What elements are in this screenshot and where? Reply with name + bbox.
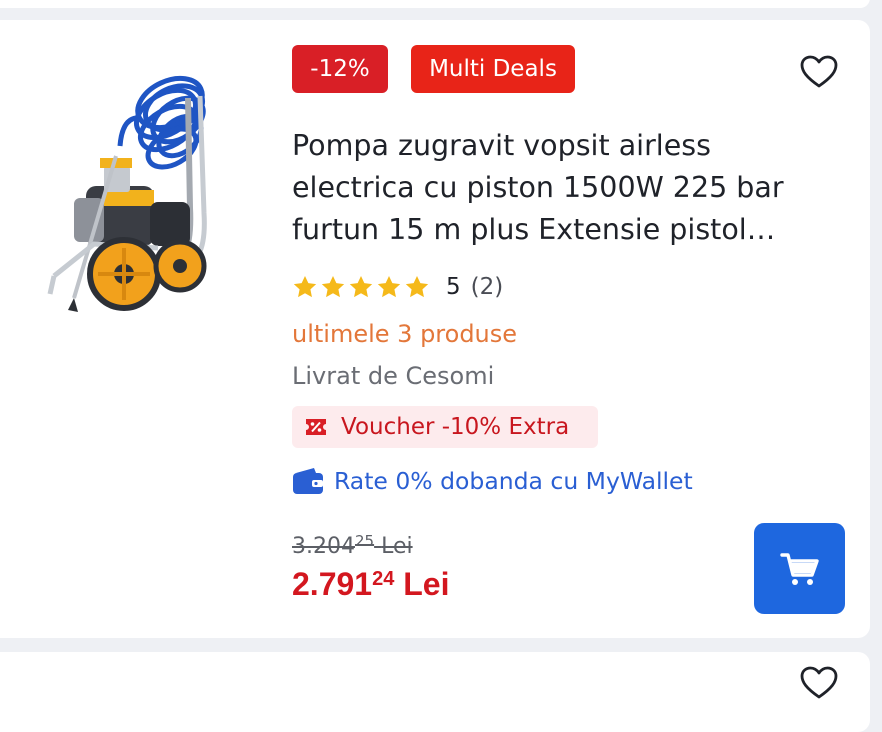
product-image[interactable]	[40, 48, 240, 318]
product-title[interactable]: Pompa zugravit vopsit airless electrica …	[292, 125, 832, 251]
next-product-card[interactable]	[0, 652, 870, 732]
add-to-cart-button[interactable]	[754, 523, 845, 614]
multi-deals-badge[interactable]: Multi Deals	[411, 45, 575, 93]
star-icon	[321, 275, 345, 298]
discount-badge: -12%	[292, 45, 388, 93]
price-currency: Lei	[403, 566, 450, 602]
price-integer: 2.791	[292, 566, 373, 602]
shopping-cart-icon	[779, 552, 819, 585]
wallet-label: Rate 0% dobanda cu MyWallet	[334, 467, 693, 495]
star-rating	[292, 274, 430, 300]
old-price-currency: Lei	[381, 534, 413, 559]
previous-product-card	[0, 0, 870, 8]
heart-outline-icon[interactable]	[800, 55, 838, 89]
product-rating[interactable]: 5 (2)	[292, 272, 503, 302]
product-card[interactable]: -12% Multi Deals Pompa zugravit vopsit a…	[0, 20, 870, 638]
old-price-decimals: 25	[354, 532, 375, 550]
voucher-label: Voucher -10% Extra	[341, 414, 570, 440]
wallet-icon	[293, 468, 323, 494]
old-price-integer: 3.204	[292, 534, 355, 559]
price-decimals: 24	[372, 568, 395, 590]
rating-value: 5	[446, 274, 461, 300]
voucher-percent-icon	[306, 419, 326, 435]
wallet-installments[interactable]: Rate 0% dobanda cu MyWallet	[292, 464, 693, 498]
star-icon	[405, 275, 429, 298]
star-icon	[349, 275, 373, 298]
voucher-badge[interactable]: Voucher -10% Extra	[292, 406, 598, 448]
current-price: 2.79124 Lei	[292, 566, 449, 603]
star-icon	[293, 275, 317, 298]
seller-info: Livrat de Cesomi	[292, 362, 495, 390]
review-count: (2)	[470, 274, 504, 300]
stock-status: ultimele 3 produse	[292, 320, 518, 348]
heart-outline-icon[interactable]	[800, 666, 838, 700]
old-price: 3.20425 Lei	[292, 532, 413, 559]
star-icon	[377, 275, 401, 298]
